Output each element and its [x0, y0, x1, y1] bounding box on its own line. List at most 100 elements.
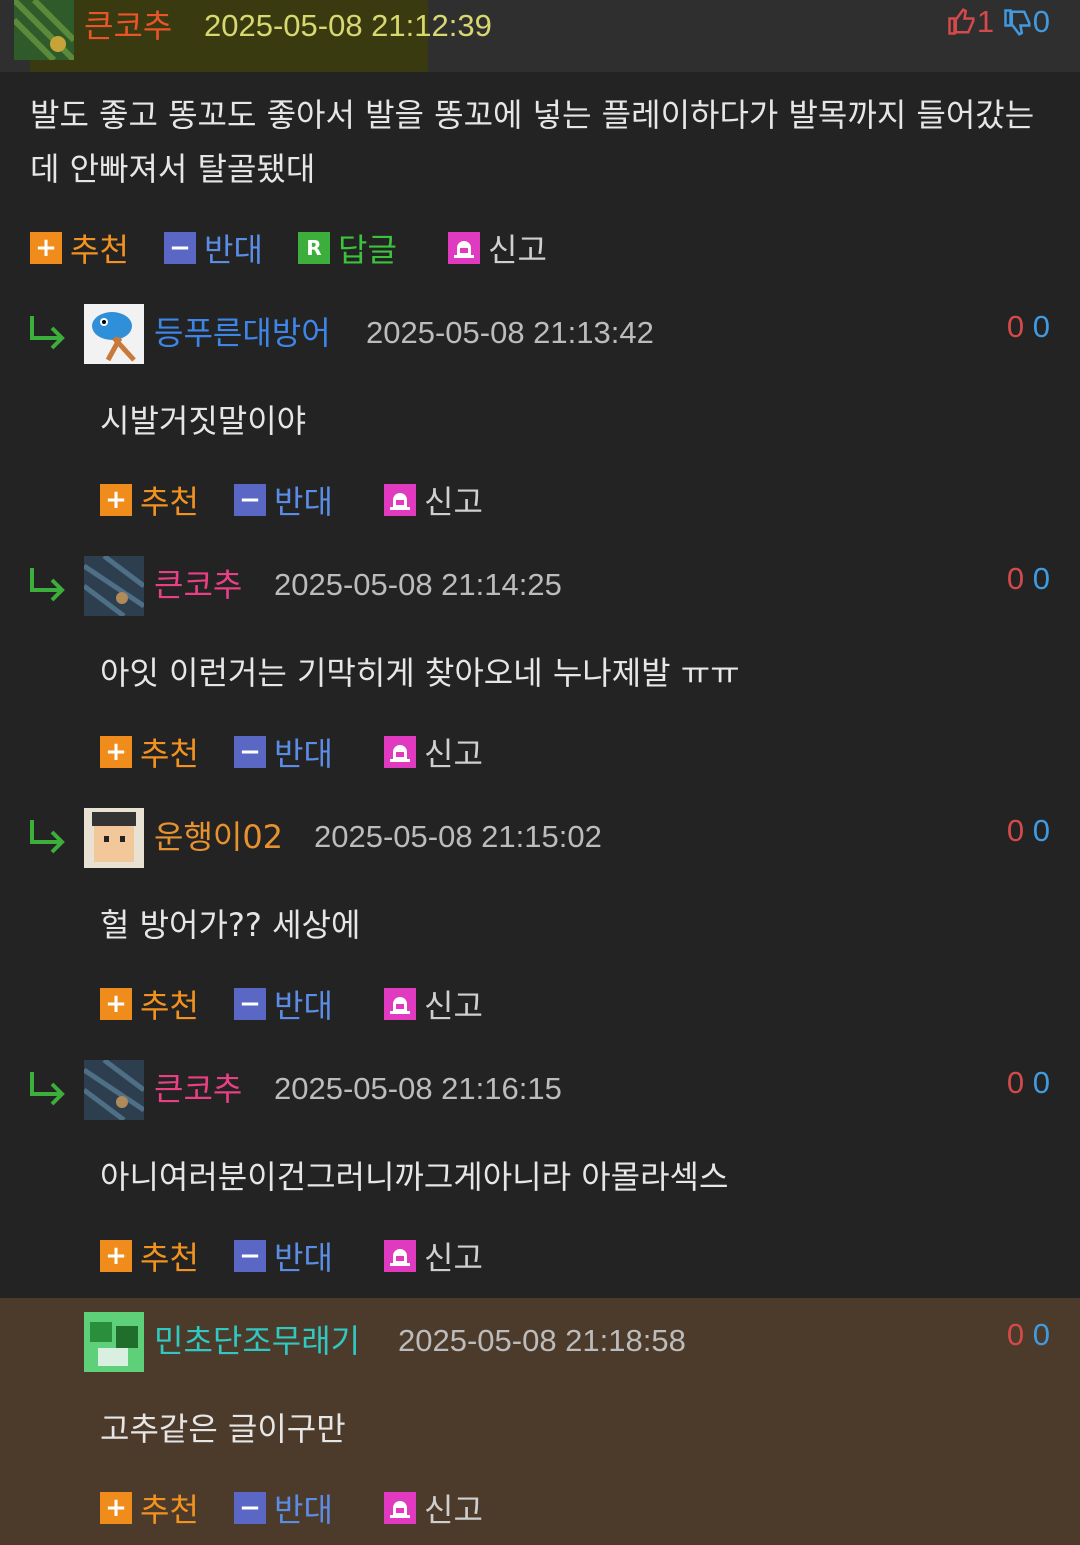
- oppose-label: 반대: [274, 987, 333, 1025]
- comment-body: 헐 방어가?? 세상에: [100, 906, 361, 944]
- upvote-count: 1: [976, 4, 995, 39]
- downvote-count[interactable]: 0: [1033, 309, 1050, 344]
- comment-author[interactable]: 큰코추: [154, 1069, 242, 1109]
- report-label: 신고: [424, 483, 483, 521]
- plus-icon: +: [30, 232, 62, 264]
- recommend-button[interactable]: + 추천: [100, 1488, 199, 1529]
- oppose-label: 반대: [274, 735, 333, 773]
- oppose-label: 반대: [274, 1491, 333, 1529]
- reply-button[interactable]: R 답글: [298, 228, 397, 269]
- reply-arrow-icon: [30, 568, 65, 602]
- oppose-button[interactable]: − 반대: [234, 480, 333, 521]
- recommend-label: 추천: [70, 231, 129, 269]
- report-button[interactable]: 신고: [384, 1236, 483, 1277]
- recommend-button[interactable]: + 추천: [100, 480, 199, 521]
- comment-actions: + 추천 − 반대 R 답글 신고: [30, 228, 630, 269]
- upvote-count[interactable]: 0: [1007, 813, 1024, 848]
- comment-time: 2025-05-08 21:16:15: [274, 1071, 562, 1106]
- comment-author[interactable]: 큰코추: [84, 6, 172, 46]
- comment-actions: + 추천 − 반대 신고: [100, 732, 600, 773]
- reply-arrow-icon: [30, 1072, 65, 1106]
- oppose-button[interactable]: − 반대: [234, 984, 333, 1025]
- downvote-count: 0: [1032, 4, 1050, 39]
- plus-icon: +: [100, 1240, 132, 1272]
- minus-icon: −: [164, 232, 196, 264]
- comment-body: 시발거짓말이야: [100, 402, 307, 440]
- avatar[interactable]: [84, 1312, 144, 1372]
- vote-counts: 0 0: [1007, 1063, 1050, 1103]
- comment-actions: + 추천 − 반대 신고: [100, 984, 600, 1025]
- report-button[interactable]: 신고: [384, 732, 483, 773]
- avatar[interactable]: [14, 0, 74, 60]
- upvote-count[interactable]: 0: [1007, 309, 1024, 344]
- recommend-label: 추천: [140, 735, 199, 773]
- recommend-button[interactable]: + 추천: [100, 732, 199, 773]
- reply-arrow-icon: [30, 316, 65, 350]
- vote-counts: 0 0: [1007, 811, 1050, 851]
- plus-icon: +: [100, 988, 132, 1020]
- comment-author[interactable]: 운행이02: [154, 817, 283, 857]
- comment-time: 2025-05-08 21:18:58: [398, 1323, 686, 1358]
- avatar-image: [84, 304, 144, 364]
- reply-label: 답글: [338, 231, 397, 269]
- report-button[interactable]: 신고: [384, 984, 483, 1025]
- siren-icon: [384, 1492, 416, 1524]
- reply-icon: R: [298, 232, 330, 264]
- comment-time: 2025-05-08 21:12:39: [204, 8, 492, 43]
- recommend-button[interactable]: + 추천: [100, 984, 199, 1025]
- avatar[interactable]: [84, 1060, 144, 1120]
- comment-actions: + 추천 − 반대 신고: [100, 480, 600, 521]
- downvote-count[interactable]: 0: [1033, 1317, 1050, 1352]
- comment-body: 발도 좋고 똥꼬도 좋아서 발을 똥꼬에 넣는 플레이하다가 발목까지 들어갔는…: [30, 96, 1035, 188]
- comment-actions: + 추천 − 반대 신고: [100, 1236, 600, 1277]
- oppose-label: 반대: [274, 1239, 333, 1277]
- thumbs-down-icon[interactable]: [1003, 4, 1033, 39]
- report-label: 신고: [424, 1491, 483, 1529]
- report-button[interactable]: 신고: [384, 1488, 483, 1529]
- minus-icon: −: [234, 1492, 266, 1524]
- oppose-button[interactable]: − 반대: [164, 228, 263, 269]
- recommend-label: 추천: [140, 483, 199, 521]
- minus-icon: −: [234, 988, 266, 1020]
- comment-author[interactable]: 큰코추: [154, 565, 242, 605]
- comment-author[interactable]: 등푸른대방어: [154, 313, 331, 353]
- siren-icon: [384, 988, 416, 1020]
- downvote-count[interactable]: 0: [1033, 1065, 1050, 1100]
- avatar[interactable]: [84, 304, 144, 364]
- siren-icon: [384, 484, 416, 516]
- comment-author[interactable]: 민초단조무래기: [154, 1321, 360, 1361]
- report-button[interactable]: 신고: [448, 228, 547, 269]
- comment-time: 2025-05-08 21:13:42: [366, 315, 654, 350]
- vote-counts: 1 0: [947, 2, 1050, 42]
- thumbs-up-icon[interactable]: [947, 4, 977, 39]
- avatar[interactable]: [84, 808, 144, 868]
- downvote-count[interactable]: 0: [1033, 813, 1050, 848]
- upvote-count[interactable]: 0: [1007, 1065, 1024, 1100]
- recommend-label: 추천: [140, 987, 199, 1025]
- oppose-button[interactable]: − 반대: [234, 1488, 333, 1529]
- recommend-button[interactable]: + 추천: [100, 1236, 199, 1277]
- oppose-button[interactable]: − 반대: [234, 732, 333, 773]
- plus-icon: +: [100, 1492, 132, 1524]
- avatar-image: [14, 0, 74, 60]
- avatar-image: [84, 808, 144, 868]
- plus-icon: +: [100, 484, 132, 516]
- siren-icon: [448, 232, 480, 264]
- recommend-button[interactable]: + 추천: [30, 228, 129, 269]
- minus-icon: −: [234, 484, 266, 516]
- downvote-count[interactable]: 0: [1033, 561, 1050, 596]
- reply-arrow-icon: [30, 820, 65, 854]
- upvote-count[interactable]: 0: [1007, 561, 1024, 596]
- report-button[interactable]: 신고: [384, 480, 483, 521]
- avatar[interactable]: [84, 556, 144, 616]
- upvote-count[interactable]: 0: [1007, 1317, 1024, 1352]
- oppose-label: 반대: [274, 483, 333, 521]
- minus-icon: −: [234, 736, 266, 768]
- oppose-button[interactable]: − 반대: [234, 1236, 333, 1277]
- vote-counts: 0 0: [1007, 559, 1050, 599]
- report-label: 신고: [424, 987, 483, 1025]
- oppose-label: 반대: [204, 231, 263, 269]
- report-label: 신고: [488, 231, 547, 269]
- siren-icon: [384, 1240, 416, 1272]
- comment-actions: + 추천 − 반대 신고: [100, 1488, 600, 1529]
